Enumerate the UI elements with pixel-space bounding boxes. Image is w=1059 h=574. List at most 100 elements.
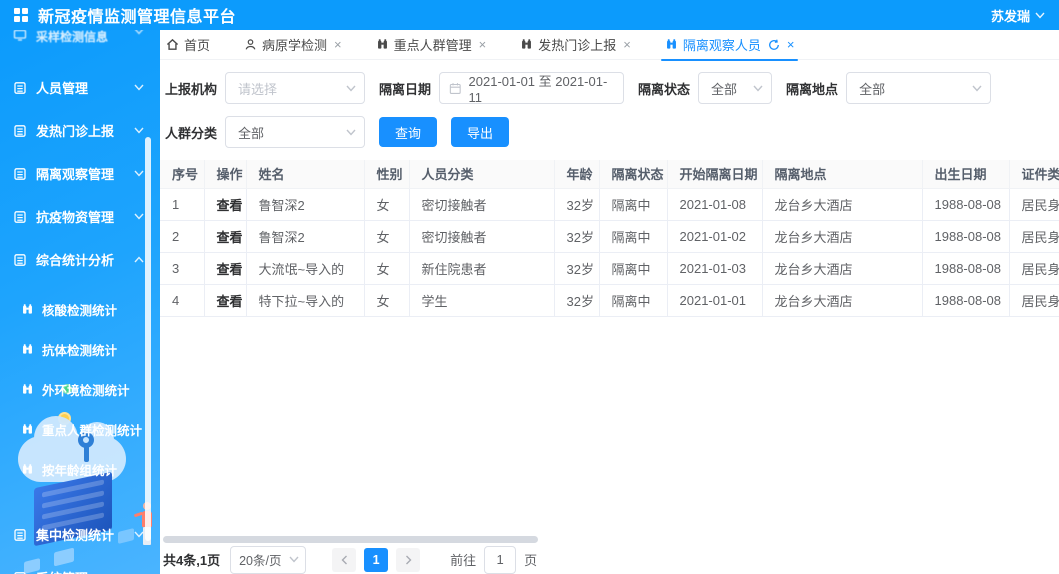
page-unit-label: 页 <box>524 553 538 568</box>
app-grid-icon[interactable] <box>14 8 28 22</box>
page-size-select[interactable]: 20条/页 <box>230 545 307 574</box>
app-root: 新冠疫情监测管理信息平台 苏发瑞 采样检测信息 人员管理 发热门诊上报 隔离观察… <box>0 0 1059 574</box>
close-icon[interactable]: × <box>334 38 342 51</box>
table-cell: 密切接触者 <box>408 188 555 221</box>
sidebar-subitem[interactable]: 核酸检测统计 <box>0 289 160 329</box>
sidebar-item[interactable]: 隔离观察管理 <box>0 152 160 195</box>
view-link[interactable]: 查看 <box>217 230 243 245</box>
menu-icon <box>13 30 27 42</box>
table-cell: 居民身份 <box>1008 220 1059 253</box>
sidebar-subitem[interactable]: 重点人群检测统计 <box>0 409 160 449</box>
sidebar-subitem-label: 抗体检测统计 <box>42 343 118 358</box>
column-header: 序号 <box>160 160 205 189</box>
chevron-down-icon <box>346 85 356 92</box>
chevron-down-icon <box>972 85 982 92</box>
calendar-icon <box>449 82 461 94</box>
sidebar-subitem[interactable]: 抗体检测统计 <box>0 329 160 369</box>
table-cell: 2021-01-08 <box>666 188 763 221</box>
status-select[interactable]: 全部 <box>698 72 773 104</box>
binoculars-icon <box>21 463 34 476</box>
sidebar-item-label: 采样检测信息 <box>36 30 109 44</box>
sidebar-subitem[interactable]: 按年龄组统计 <box>0 449 160 489</box>
sidebar-subitem[interactable]: 外环境检测统计 <box>0 369 160 409</box>
close-icon[interactable]: × <box>623 38 631 51</box>
menu-icon <box>13 81 27 95</box>
refresh-icon[interactable] <box>768 39 780 51</box>
table-cell: 龙台乡大酒店 <box>761 188 923 221</box>
tab[interactable]: 首页 <box>166 30 210 60</box>
horizontal-scrollbar[interactable] <box>163 536 538 543</box>
table-cell: 鲁智深2 <box>245 220 365 253</box>
binoculars-icon <box>665 38 678 51</box>
binoculars-icon <box>376 38 389 51</box>
table-body: 1 查看 鲁智深2 女密切接触者 32岁 隔离中 2021-01-08 龙台乡大酒店 1988-… <box>160 188 1059 317</box>
column-header: 操作 <box>203 160 247 189</box>
chevron-left-icon <box>341 555 347 564</box>
sidebar-item[interactable]: 抗疫物资管理 <box>0 195 160 238</box>
sidebar-item[interactable]: 发热门诊上报 <box>0 109 160 152</box>
view-link-cell: 查看 <box>203 220 247 253</box>
tab[interactable]: 隔离观察人员 × <box>660 30 799 61</box>
sidebar-subitem-label: 核酸检测统计 <box>42 303 118 318</box>
view-link[interactable]: 查看 <box>217 262 243 277</box>
table-cell: 密切接触者 <box>408 220 555 253</box>
table-cell: 32岁 <box>553 284 600 317</box>
table-cell: 1988-08-08 <box>921 220 1010 253</box>
view-link[interactable]: 查看 <box>217 294 243 309</box>
tab-label: 首页 <box>184 38 211 53</box>
sidebar-item[interactable]: 系统管理 <box>0 556 160 574</box>
page-number-1[interactable]: 1 <box>364 547 389 572</box>
search-button[interactable]: 查询 <box>379 117 438 147</box>
table-cell: 女 <box>363 284 410 317</box>
column-header: 年龄 <box>553 160 600 189</box>
group-select[interactable]: 全部 <box>225 116 366 148</box>
date-range-input[interactable]: 2021-01-01 至 2021-01-11 <box>439 72 625 105</box>
sidebar-item[interactable]: 集中检测统计 <box>0 513 160 556</box>
tab[interactable]: 发热门诊上报 × <box>520 30 631 60</box>
table-row: 3 查看 大流氓~导入的女新住院患者 32岁 隔离中 2021-01-03 龙台乡大酒店 19… <box>160 252 1059 285</box>
prev-page-button[interactable] <box>332 547 357 572</box>
sidebar-item[interactable]: 综合统计分析 <box>0 238 160 281</box>
table-cell: 学生 <box>408 284 555 317</box>
sidebar-item[interactable]: 人员管理 <box>0 66 160 109</box>
table-cell: 隔离中 <box>598 188 668 221</box>
table-cell: 2021-01-02 <box>666 220 763 253</box>
sidebar-item-label: 发热门诊上报 <box>36 124 115 139</box>
export-button[interactable]: 导出 <box>451 117 510 147</box>
filter-panel: 上报机构 请选择 隔离日期 2021-01-01 至 2021-01-11 隔离… <box>160 60 1059 148</box>
sidebar-subitem-label: 按年龄组统计 <box>42 463 118 478</box>
date-label: 隔离日期 <box>379 81 432 97</box>
tab[interactable]: 重点人群管理 × <box>376 30 487 60</box>
table-cell: 4 <box>160 284 205 317</box>
sidebar-scrollbar[interactable] <box>145 137 151 541</box>
goto-page-input[interactable] <box>484 545 517 574</box>
chevron-down-icon <box>134 84 144 91</box>
menu-icon <box>13 210 27 224</box>
top-header: 新冠疫情监测管理信息平台 苏发瑞 <box>0 0 1059 30</box>
table-cell: 龙台乡大酒店 <box>761 220 923 253</box>
org-select[interactable]: 请选择 <box>225 72 366 104</box>
tab-bar: 首页 病原学检测 × 重点人群管理 × 发热门诊上报 × 隔离观察人员 × <box>160 30 1059 61</box>
next-page-button[interactable] <box>396 547 421 572</box>
chevron-down-icon <box>346 129 356 136</box>
tab[interactable]: 病原学检测 × <box>244 30 342 60</box>
table-cell: 2021-01-01 <box>666 284 763 317</box>
sidebar-item[interactable]: 采样检测信息 <box>0 30 160 50</box>
place-select[interactable]: 全部 <box>846 72 992 104</box>
table-cell: 隔离中 <box>598 284 668 317</box>
chevron-down-icon <box>134 127 144 134</box>
goto-label: 前往 <box>450 553 477 568</box>
chevron-down-icon <box>134 213 144 220</box>
view-link[interactable]: 查看 <box>217 198 243 213</box>
table-cell: 3 <box>160 252 205 285</box>
binoculars-icon <box>21 343 34 356</box>
table-cell: 1988-08-08 <box>921 252 1010 285</box>
column-header: 开始隔离日期 <box>666 160 763 189</box>
table-cell: 1988-08-08 <box>921 284 1010 317</box>
column-header: 人员分类 <box>408 160 555 189</box>
close-icon[interactable]: × <box>787 38 795 51</box>
group-select-value: 全部 <box>238 125 265 141</box>
table-cell: 特下拉~导入的 <box>245 284 365 317</box>
close-icon[interactable]: × <box>479 38 487 51</box>
user-menu[interactable]: 苏发瑞 <box>991 0 1045 30</box>
